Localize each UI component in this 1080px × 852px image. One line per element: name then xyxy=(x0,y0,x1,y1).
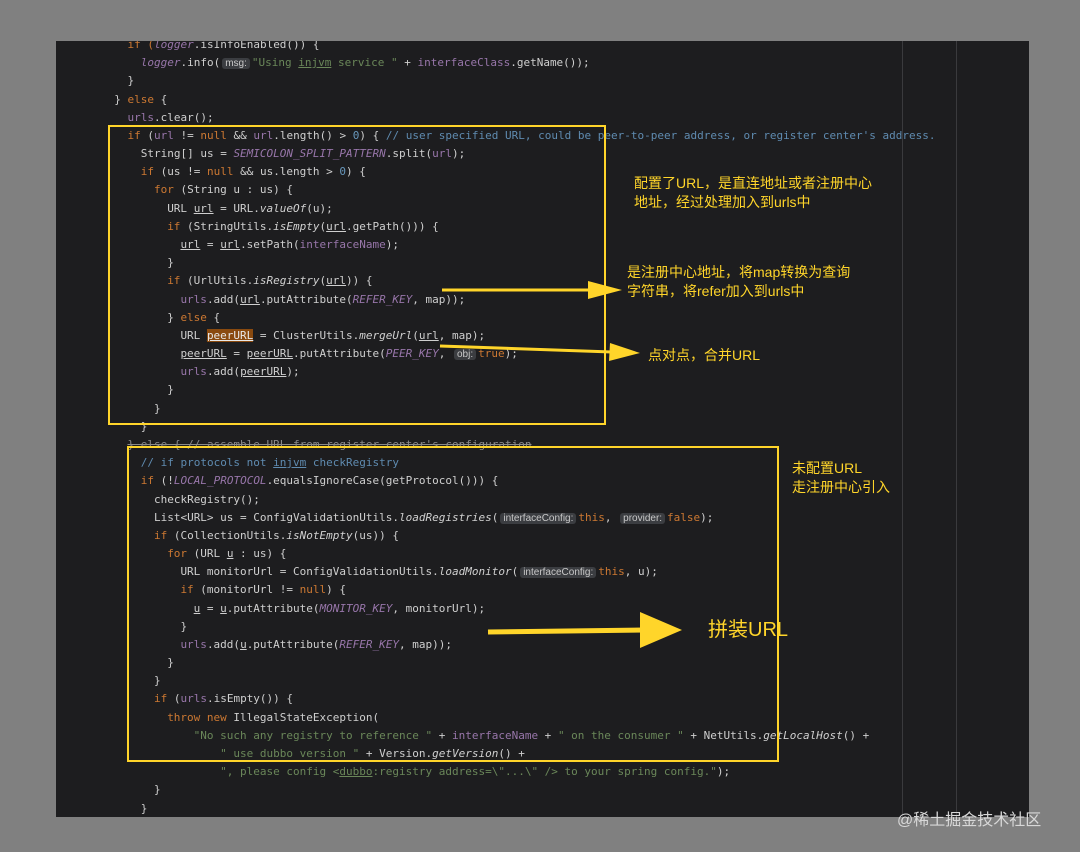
watermark: @稀土掘金技术社区 xyxy=(897,812,1042,829)
annotation-arrows xyxy=(439,281,682,648)
arrow-registry-head xyxy=(588,281,622,299)
arrow-assemble-line xyxy=(487,627,646,635)
arrow-p2p-head xyxy=(609,343,640,361)
arrow-assemble-head xyxy=(640,612,682,648)
arrow-p2p-line xyxy=(439,344,613,354)
annotation-url-configured: 配置了URL，是直连地址或者注册中心 地址，经过处理加入到urls中 xyxy=(634,175,873,210)
annotation-assemble-url: 拼装URL xyxy=(708,619,789,641)
annotation-peer-to-peer: 点对点，合并URL xyxy=(648,347,761,363)
annotation-registry-address: 是注册中心地址，将map转换为查询 字符串，将refer加入到urls中 xyxy=(627,264,851,299)
annotation-no-url: 未配置URL 走注册中心引入 xyxy=(792,460,890,495)
